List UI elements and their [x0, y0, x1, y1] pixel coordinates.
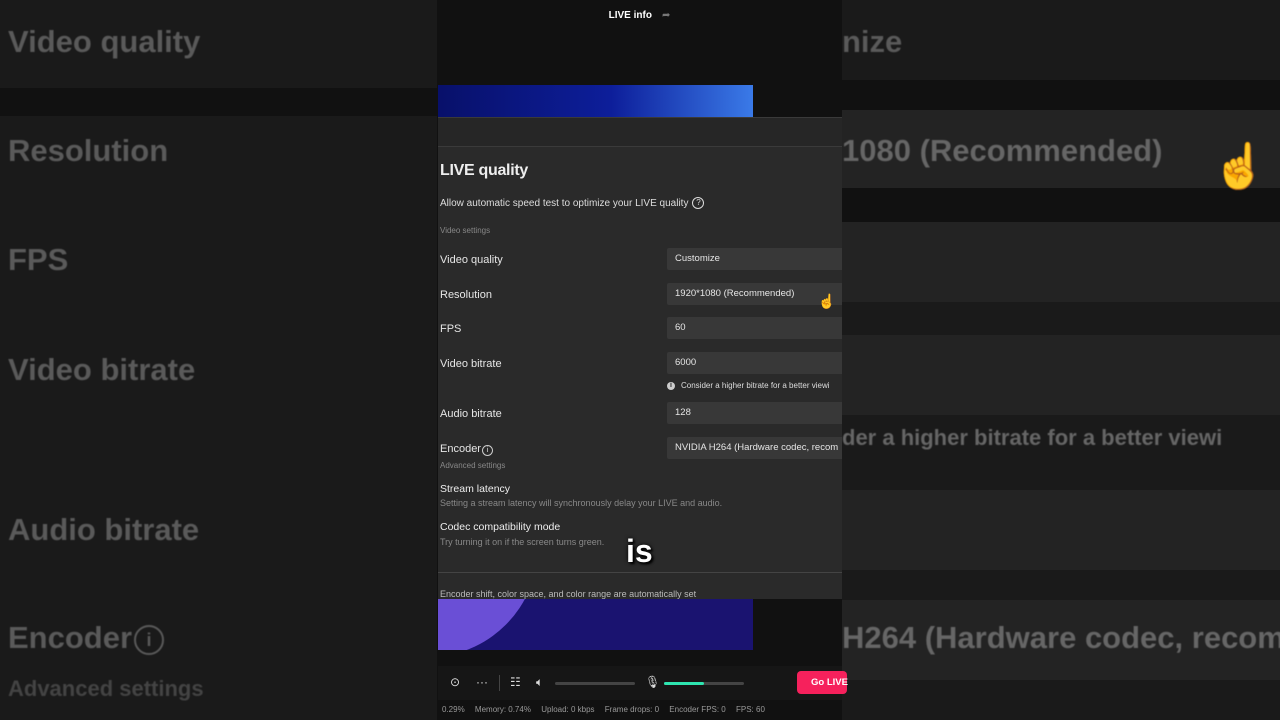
go-live-button[interactable]: Go LIVE: [797, 671, 848, 694]
speed-test-label: Allow automatic speed test to optimize y…: [440, 197, 689, 209]
resolution-select[interactable]: 1920*1080 (Recommended): [667, 283, 842, 305]
speed-test-toggle[interactable]: Allow automatic speed test to optimize y…: [440, 197, 705, 209]
bg-field: [842, 335, 1280, 415]
bg-band: [0, 88, 437, 116]
bg-band: [842, 80, 1280, 110]
video-settings-label: Video settings: [440, 226, 491, 235]
bg-video-quality: Video quality: [8, 24, 201, 59]
background-left-panel: Video quality Resolution FPS Video bitra…: [0, 0, 437, 720]
video-bitrate-label: Video bitrate: [440, 358, 502, 370]
dialog-header: [438, 118, 842, 147]
help-icon[interactable]: ?: [692, 197, 705, 209]
microphone-icon[interactable]: 🎙︎: [645, 675, 660, 689]
encoder-fps: Encoder FPS: 0: [669, 705, 726, 714]
encoder-label: Encoder i: [440, 443, 493, 456]
volume-slider[interactable]: [555, 682, 635, 685]
bg-hand-cursor-icon: ☝: [1212, 142, 1267, 191]
bottom-toolbar: ⊙ ··· ☷ 🔈︎ 🎙︎ Go LIVE: [438, 666, 848, 700]
dialog-title: LIVE quality: [440, 162, 528, 179]
memory-usage: Memory: 0.74%: [474, 705, 531, 714]
mic-level-fill: [664, 682, 704, 685]
background-right-panel: nize 1080 (Recommended) ☝ der a higher b…: [842, 0, 1280, 720]
bg-band: [842, 188, 1280, 222]
bg-hint: der a higher bitrate for a better viewi: [842, 425, 1223, 450]
bg-advanced: Advanced settings: [8, 676, 204, 701]
bg-fps: FPS: [8, 242, 69, 277]
encoder-select[interactable]: NVIDIA H264 (Hardware codec, recom: [667, 437, 842, 459]
codec-mode-desc: Try turning it on if the screen turns gr…: [440, 537, 605, 547]
divider: [438, 572, 842, 573]
toolbar-separator: [499, 675, 500, 691]
bg-video-bitrate: Video bitrate: [8, 352, 196, 387]
bg-audio-bitrate: Audio bitrate: [8, 512, 200, 547]
stream-latency-title[interactable]: Stream latency: [440, 483, 510, 495]
video-caption: is: [626, 533, 653, 569]
fps-select[interactable]: 60: [667, 317, 842, 339]
advanced-settings-label: Advanced settings: [440, 461, 506, 470]
share-icon[interactable]: ➦: [662, 10, 670, 21]
camera-switch-icon[interactable]: ⊙: [450, 675, 460, 689]
speaker-icon[interactable]: 🔈︎: [536, 675, 543, 690]
preview-video-bottom: [438, 597, 753, 650]
video-quality-select[interactable]: Customize: [667, 248, 842, 270]
resolution-label: Resolution: [440, 289, 492, 301]
encoder-info-icon[interactable]: i: [481, 445, 493, 456]
bg-customize: nize: [842, 24, 903, 59]
fps-label: FPS: [440, 323, 462, 335]
preview-video-top: [438, 85, 753, 117]
audio-bitrate-label: Audio bitrate: [440, 408, 502, 420]
settings-sliders-icon[interactable]: ☷: [510, 675, 521, 689]
cpu-usage: 0.29%: [442, 705, 465, 714]
encoder-shift-note: Encoder shift, color space, and color ra…: [440, 589, 697, 599]
codec-mode-title[interactable]: Codec compatibility mode: [440, 521, 560, 533]
fps-readout: FPS: 60: [736, 705, 765, 714]
hand-cursor-icon: ☝: [818, 293, 836, 309]
more-icon[interactable]: ···: [476, 675, 488, 689]
bg-resolution-value: 1080 (Recommended): [842, 133, 1163, 168]
mic-level-slider[interactable]: [664, 682, 744, 685]
info-icon: i: [667, 381, 675, 390]
upload-rate: Upload: 0 kbps: [541, 705, 595, 714]
live-quality-dialog: LIVE quality Allow automatic speed test …: [438, 117, 842, 599]
frame-drops: Frame drops: 0: [604, 705, 660, 714]
bitrate-hint: i Consider a higher bitrate for a better …: [667, 381, 830, 390]
stream-latency-desc: Setting a stream latency will synchronou…: [440, 498, 723, 508]
video-quality-label: Video quality: [440, 254, 503, 266]
bg-info-icon: i: [134, 624, 165, 655]
bg-field: [842, 222, 1280, 302]
video-bitrate-input[interactable]: 6000: [667, 352, 842, 374]
header-title: LIVE info ➦: [608, 10, 671, 21]
status-bar: 0.29% Memory: 0.74% Upload: 0 kbps Frame…: [442, 705, 773, 714]
audio-bitrate-select[interactable]: 128: [667, 402, 842, 424]
bg-encoder-value: H264 (Hardware codec, recom: [842, 620, 1280, 655]
bg-resolution: Resolution: [8, 133, 169, 168]
bg-field: [842, 490, 1280, 570]
bg-encoder: Encoder i: [8, 620, 165, 656]
